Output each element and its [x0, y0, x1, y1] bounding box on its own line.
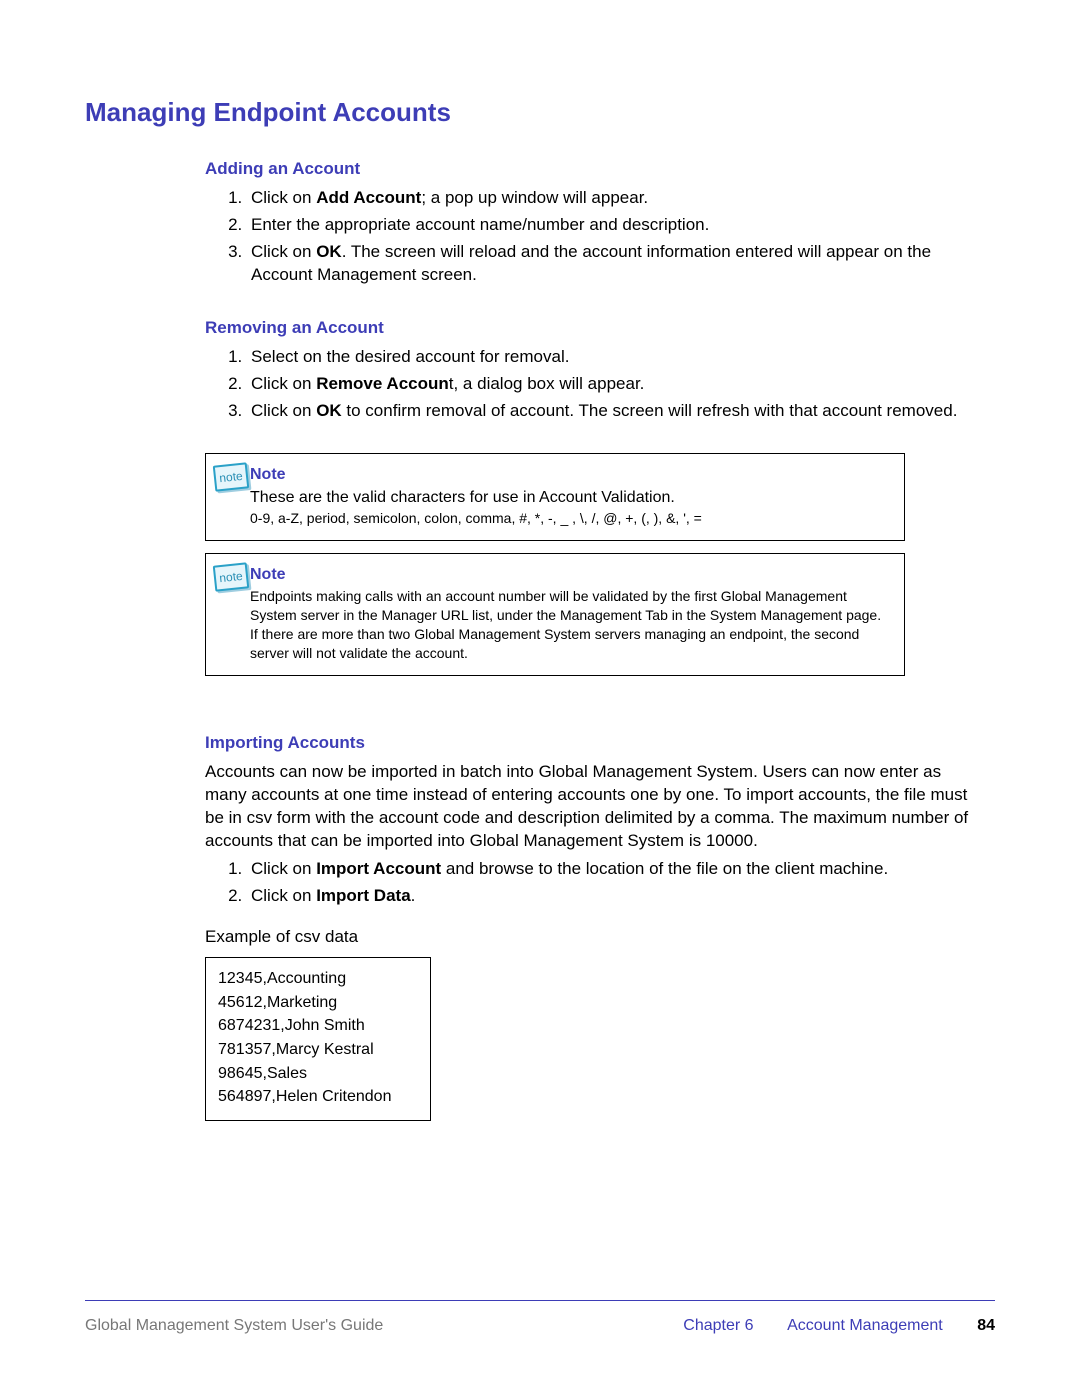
- footer-chapter: Chapter 6: [683, 1317, 753, 1334]
- footer-guide-title: Global Management System User's Guide: [85, 1315, 383, 1337]
- note-box-validation: note Note Endpoints making calls with an…: [205, 553, 905, 676]
- note-body: These are the valid characters for use i…: [250, 487, 890, 509]
- step-bold: OK: [316, 401, 342, 420]
- step-item: Enter the appropriate account name/numbe…: [247, 214, 995, 237]
- heading-importing: Importing Accounts: [205, 732, 995, 755]
- csv-line: 6874231,John Smith: [218, 1015, 418, 1037]
- step-item: Click on Import Data.: [247, 885, 995, 908]
- steps-adding: Click on Add Account; a pop up window wi…: [225, 187, 995, 287]
- footer-page-number: 84: [977, 1317, 995, 1334]
- footer-rule: [85, 1300, 995, 1301]
- step-item: Select on the desired account for remova…: [247, 346, 995, 369]
- heading-adding: Adding an Account: [205, 158, 995, 181]
- csv-example-label: Example of csv data: [205, 926, 995, 949]
- heading-removing: Removing an Account: [205, 317, 995, 340]
- step-item: Click on Remove Account, a dialog box wi…: [247, 373, 995, 396]
- note-body: Endpoints making calls with an account n…: [250, 587, 890, 663]
- section-adding: Adding an Account Click on Add Account; …: [205, 158, 995, 287]
- step-bold: Import Data: [316, 886, 410, 905]
- csv-example-box: 12345,Accounting45612,Marketing6874231,J…: [205, 957, 431, 1121]
- csv-line: 781357,Marcy Kestral: [218, 1039, 418, 1061]
- csv-line: 564897,Helen Critendon: [218, 1086, 418, 1108]
- step-item: Click on Import Account and browse to th…: [247, 858, 995, 881]
- step-item: Click on Add Account; a pop up window wi…: [247, 187, 995, 210]
- note-chars: 0-9, a-Z, period, semicolon, colon, comm…: [250, 509, 890, 528]
- steps-removing: Select on the desired account for remova…: [225, 346, 995, 423]
- step-bold: Remove Accoun: [316, 374, 449, 393]
- section-importing: Importing Accounts: [205, 732, 995, 755]
- step-bold: OK: [316, 242, 342, 261]
- page-footer: Global Management System User's Guide Ch…: [85, 1300, 995, 1337]
- note-icon: note: [213, 562, 250, 591]
- csv-line: 12345,Accounting: [218, 968, 418, 990]
- page-title: Managing Endpoint Accounts: [85, 95, 995, 130]
- csv-line: 45612,Marketing: [218, 992, 418, 1014]
- note-label: Note: [250, 564, 890, 586]
- importing-intro: Accounts can now be imported in batch in…: [205, 761, 985, 853]
- importing-steps-wrap: Click on Import Account and browse to th…: [205, 858, 995, 908]
- step-bold: Import Account: [316, 859, 441, 878]
- step-bold: Add Account: [316, 188, 421, 207]
- step-item: Click on OK. The screen will reload and …: [247, 241, 995, 287]
- document-page: Managing Endpoint Accounts Adding an Acc…: [0, 0, 1080, 1181]
- steps-importing: Click on Import Account and browse to th…: [225, 858, 995, 908]
- footer-section: Account Management: [787, 1317, 943, 1334]
- note-box-valid-chars: note Note These are the valid characters…: [205, 453, 905, 541]
- step-item: Click on OK to confirm removal of accoun…: [247, 400, 995, 423]
- section-removing: Removing an Account Select on the desire…: [205, 317, 995, 423]
- note-icon: note: [213, 462, 250, 491]
- csv-line: 98645,Sales: [218, 1063, 418, 1085]
- note-label: Note: [250, 464, 890, 486]
